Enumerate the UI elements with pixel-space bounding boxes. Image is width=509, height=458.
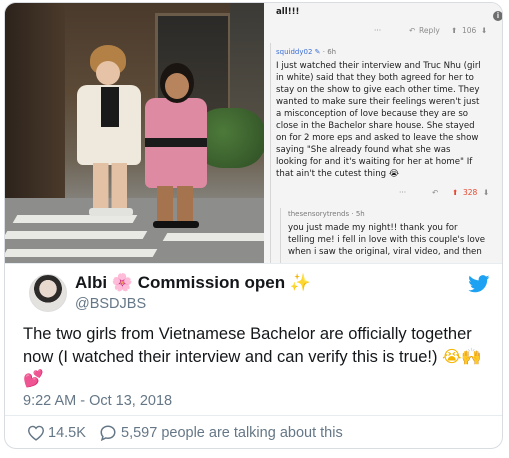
pencil-icon: ✎ — [314, 48, 321, 56]
tweet-text-line: The two girls from Vietnamese Bachelor a… — [23, 325, 472, 343]
tweet-footer: 14.5K 5,597 people are talking about thi… — [5, 415, 502, 448]
reddit-comment-line: stay on the show to give each other time… — [276, 85, 480, 95]
author-name-suffix: Commission open — [137, 273, 286, 292]
reddit-username: squiddy02 — [276, 48, 313, 56]
reddit-reply-label: Reply — [419, 26, 440, 35]
tweet-media[interactable]: all!!! i ··· ↶ Reply ⬆ 106 ⬇ squiddy02 ✎… — [5, 3, 502, 263]
tweet-photo[interactable] — [5, 3, 264, 263]
reddit-score: 106 — [462, 26, 477, 35]
reddit-comment-meta: squiddy02 ✎ · 6h — [276, 48, 336, 56]
reddit-comment-line: when i saw the original, viral video, an… — [288, 247, 482, 257]
avatar[interactable] — [29, 274, 67, 312]
reddit-comment-line: in white) said that they both agreed for… — [276, 73, 474, 83]
tweet-text: The two girls from Vietnamese Bachelor a… — [23, 323, 493, 391]
more-dots: ··· — [374, 26, 382, 35]
heart-outline-icon[interactable] — [27, 425, 45, 441]
tweet-card[interactable]: all!!! i ··· ↶ Reply ⬆ 106 ⬇ squiddy02 ✎… — [4, 2, 503, 449]
author-handle[interactable]: @BSDJBS — [75, 296, 146, 312]
hearts-emoji: 💕 — [23, 369, 44, 388]
like-count[interactable]: 14.5K — [48, 425, 86, 441]
reddit-comment-line: telling me! i fell in love with this cou… — [288, 235, 486, 245]
sparkles-emoji: ✨ — [289, 273, 312, 293]
tweet-header: Albi 🌸 Commission open ✨ @BSDJBS — [5, 263, 502, 322]
twitter-bird-icon[interactable] — [468, 275, 490, 293]
speech-bubble-icon[interactable] — [99, 424, 117, 442]
reddit-top-text: all!!! — [276, 7, 300, 17]
reddit-comment-line: you just made my night!! thank you for — [288, 223, 458, 233]
info-icon: i — [493, 11, 502, 21]
reddit-comment-meta: thesensorytrends · 5h — [288, 210, 365, 218]
reddit-comment-line: wanted to make sure their feelings weren… — [276, 97, 480, 107]
reddit-age: · 6h — [322, 48, 337, 56]
reddit-username: thesensorytrends — [288, 210, 350, 218]
flower-emoji: 🌸 — [111, 273, 134, 293]
author-name-text: Albi — [75, 273, 108, 292]
tweet-timestamp[interactable]: 9:22 AM - Oct 13, 2018 — [23, 393, 172, 409]
more-dots: ··· — [399, 188, 407, 197]
reddit-comment-line: close in the Bachelor share house. She s… — [276, 121, 475, 131]
crying-hands-emoji: 😭🙌 — [442, 346, 482, 366]
reddit-comment-line: I just watched their interview and Truc … — [276, 61, 481, 71]
reddit-comment-line: on for 2 more eps and asked to leave the… — [276, 133, 479, 143]
reddit-comment-line: looking for and it's waiting for her at … — [276, 157, 473, 167]
reply-icon: ↶ — [432, 188, 439, 197]
upvote-icon: ⬆ — [452, 188, 459, 197]
author-name[interactable]: Albi 🌸 Commission open ✨ — [75, 273, 311, 293]
tweet-text-line: now (I watched their interview and can v… — [23, 346, 493, 369]
tweet-text-span: now (I watched their interview and can v… — [23, 347, 438, 366]
reddit-age: · 5h — [351, 210, 365, 218]
reddit-comment-line: a misconception of love because they are… — [276, 109, 469, 119]
reddit-comment-line: that ain't the cutest thing 😭 — [276, 169, 399, 179]
downvote-icon: ⬇ — [481, 26, 488, 35]
reddit-comment-bar: ··· ↶ ⬆ 328 ⬇ — [264, 185, 502, 201]
reddit-score: 328 — [463, 188, 478, 197]
reddit-comment-line: saying "She already found what she was — [276, 145, 451, 155]
downvote-icon: ⬇ — [483, 188, 490, 197]
reply-icon: ↶ — [409, 26, 416, 35]
talking-count[interactable]: 5,597 people are talking about this — [121, 425, 343, 441]
upvote-icon: ⬆ — [451, 26, 458, 35]
reddit-screenshot: all!!! i ··· ↶ Reply ⬆ 106 ⬇ squiddy02 ✎… — [264, 3, 502, 263]
reddit-comment-bar: ··· ↶ Reply ⬆ 106 ⬇ — [264, 23, 502, 39]
